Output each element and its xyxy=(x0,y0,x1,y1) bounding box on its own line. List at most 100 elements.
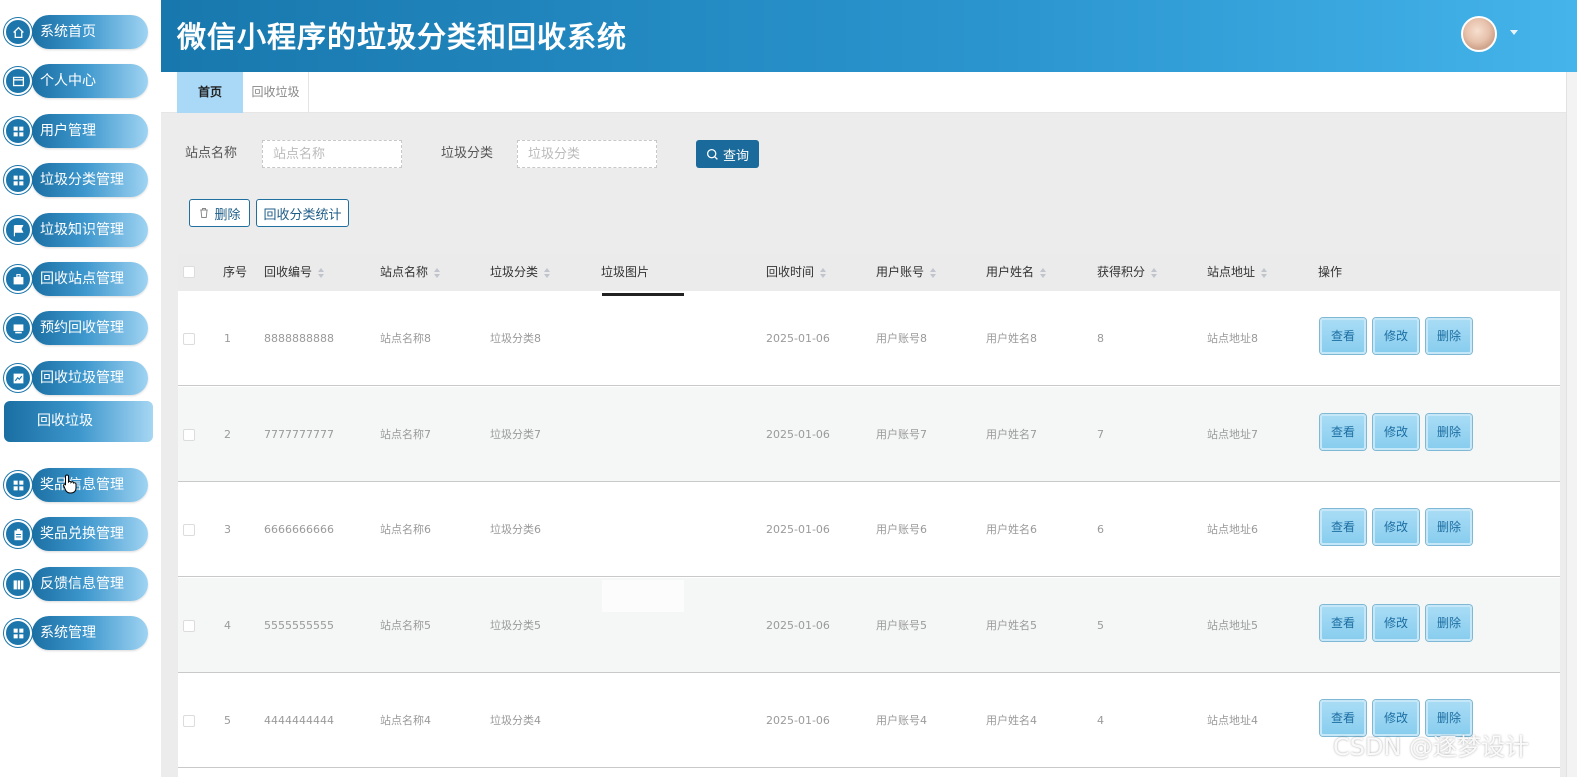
edit-button[interactable]: 修改 xyxy=(1373,509,1419,545)
data-table: 序号 回收编号 站点名称 垃圾分类 垃圾图片 回收时间 用户账号 用户姓名 获得… xyxy=(178,254,1560,777)
cell-points: 5 xyxy=(1097,618,1104,632)
column-header: 操作 xyxy=(1318,265,1343,279)
submenu-item-label: 回收垃圾 xyxy=(37,413,93,429)
batch-delete-label: 删除 xyxy=(214,207,241,223)
view-button[interactable]: 查看 xyxy=(1320,318,1366,354)
sort-icon xyxy=(318,267,325,278)
cell-code: 7777777777 xyxy=(264,427,334,441)
submenu-item-recycled-garbage[interactable]: 回收垃圾 xyxy=(4,401,153,442)
cell-points: 7 xyxy=(1097,427,1104,441)
message-icon xyxy=(4,314,32,342)
cell-account: 用户账号8 xyxy=(876,332,927,345)
sidebar-item-recycled-garbage[interactable]: 回收垃圾管理 xyxy=(4,361,148,395)
grid-icon xyxy=(4,619,32,647)
row-checkbox[interactable] xyxy=(183,619,195,632)
cell-index: 2 xyxy=(224,427,231,441)
edit-button[interactable]: 修改 xyxy=(1373,318,1419,354)
sidebar-item-personal-center[interactable]: 个人中心 xyxy=(4,64,148,98)
app-title: 微信小程序的垃圾分类和回收系统 xyxy=(177,20,628,54)
clipboard-icon xyxy=(4,520,32,548)
sidebar-item-garbage-knowledge[interactable]: 垃圾知识管理 xyxy=(4,213,148,247)
sidebar-item-appointment[interactable]: 预约回收管理 xyxy=(4,311,148,345)
station-name-input[interactable] xyxy=(262,140,402,168)
window-icon xyxy=(4,67,32,95)
cell-account: 用户账号4 xyxy=(876,714,927,727)
column-header[interactable]: 用户账号 xyxy=(876,254,937,291)
delete-button[interactable]: 删除 xyxy=(1426,604,1472,641)
query-button[interactable]: 查询 xyxy=(696,140,759,168)
cell-time: 2025-01-06 xyxy=(766,427,830,441)
sidebar-item-system[interactable]: 系统管理 xyxy=(4,616,148,650)
watermark: CSDN @逐梦设计 xyxy=(1333,733,1530,761)
sidebar: 系统首页 个人中心 用户管理 垃圾分类管理 垃圾知识管理 回收站点管理 预约回收… xyxy=(0,0,161,777)
cell-points: 8 xyxy=(1097,332,1104,345)
cell-address: 站点地址8 xyxy=(1207,332,1258,345)
trash-icon xyxy=(200,208,209,218)
sidebar-item-label: 回收垃圾管理 xyxy=(40,370,124,386)
tab-home[interactable]: 首页 xyxy=(177,72,243,113)
table-row: 4 5555555555 站点名称5 垃圾分类5 2025-01-06 用户账号5 用户姓名… xyxy=(178,577,1560,673)
cell-index: 1 xyxy=(224,332,231,345)
column-header[interactable]: 用户姓名 xyxy=(986,254,1047,291)
cell-name: 用户姓名4 xyxy=(986,714,1037,727)
cell-station: 站点名称5 xyxy=(380,618,431,632)
sidebar-item-recycling-station[interactable]: 回收站点管理 xyxy=(4,262,148,296)
view-button[interactable]: 查看 xyxy=(1320,413,1366,450)
cell-address: 站点地址5 xyxy=(1207,618,1258,632)
caret-down-icon[interactable] xyxy=(1510,30,1518,35)
column-header[interactable]: 站点名称 xyxy=(380,254,441,291)
cell-name: 用户姓名5 xyxy=(986,618,1037,632)
avatar[interactable] xyxy=(1461,16,1497,52)
row-checkbox[interactable] xyxy=(183,715,195,727)
garbage-image xyxy=(602,580,684,612)
sidebar-item-feedback[interactable]: 反馈信息管理 xyxy=(4,567,148,601)
station-name-label: 站点名称 xyxy=(185,146,238,161)
column-header[interactable]: 获得积分 xyxy=(1097,254,1158,291)
sidebar-item-label: 个人中心 xyxy=(40,73,96,89)
garbage-category-input[interactable] xyxy=(517,140,657,168)
sidebar-item-user-management[interactable]: 用户管理 xyxy=(4,114,148,148)
sidebar-item-prize-exchange[interactable]: 奖品兑换管理 xyxy=(4,517,148,551)
column-header: 垃圾图片 xyxy=(601,265,650,279)
sort-icon xyxy=(820,267,827,278)
cell-code: 4444444444 xyxy=(264,714,334,727)
column-header[interactable]: 回收编号 xyxy=(264,254,325,291)
column-header[interactable]: 垃圾分类 xyxy=(490,254,551,291)
edit-button[interactable]: 修改 xyxy=(1373,604,1419,641)
vertical-scrollbar[interactable] xyxy=(1566,72,1577,777)
cell-time: 2025-01-06 xyxy=(766,714,830,727)
cell-station: 站点名称7 xyxy=(380,427,431,441)
cell-time: 2025-01-06 xyxy=(766,523,830,536)
cell-category: 垃圾分类7 xyxy=(490,427,541,441)
cell-points: 6 xyxy=(1097,523,1104,536)
sidebar-item-garbage-category[interactable]: 垃圾分类管理 xyxy=(4,163,148,197)
sidebar-item-home[interactable]: 系统首页 xyxy=(4,15,148,49)
row-checkbox[interactable] xyxy=(183,524,195,536)
edit-button[interactable]: 修改 xyxy=(1373,413,1419,450)
tab-recycled-garbage[interactable]: 回收垃圾 xyxy=(243,72,309,113)
grid-icon xyxy=(4,117,32,145)
row-checkbox[interactable] xyxy=(183,428,195,441)
cell-category: 垃圾分类8 xyxy=(490,332,541,345)
cell-name: 用户姓名8 xyxy=(986,332,1037,345)
category-stats-button[interactable]: 回收分类统计 xyxy=(256,199,349,227)
cell-time: 2025-01-06 xyxy=(766,618,830,632)
chart-icon xyxy=(4,364,32,392)
delete-button[interactable]: 删除 xyxy=(1426,413,1472,450)
row-checkbox[interactable] xyxy=(183,333,195,345)
view-button[interactable]: 查看 xyxy=(1320,604,1366,641)
sort-icon xyxy=(1261,267,1268,278)
cell-code: 5555555555 xyxy=(264,618,334,632)
view-button[interactable]: 查看 xyxy=(1320,509,1366,545)
delete-button[interactable]: 删除 xyxy=(1426,509,1472,545)
cell-name: 用户姓名6 xyxy=(986,523,1037,536)
sort-icon xyxy=(544,267,551,278)
cell-account: 用户账号5 xyxy=(876,618,927,632)
sidebar-item-label: 反馈信息管理 xyxy=(40,576,124,592)
cell-time: 2025-01-06 xyxy=(766,332,830,345)
delete-button[interactable]: 删除 xyxy=(1426,318,1472,354)
select-all-checkbox[interactable] xyxy=(183,266,195,278)
batch-delete-button[interactable]: 删除 xyxy=(189,199,250,227)
column-header[interactable]: 站点地址 xyxy=(1207,254,1268,291)
column-header[interactable]: 回收时间 xyxy=(766,254,827,291)
